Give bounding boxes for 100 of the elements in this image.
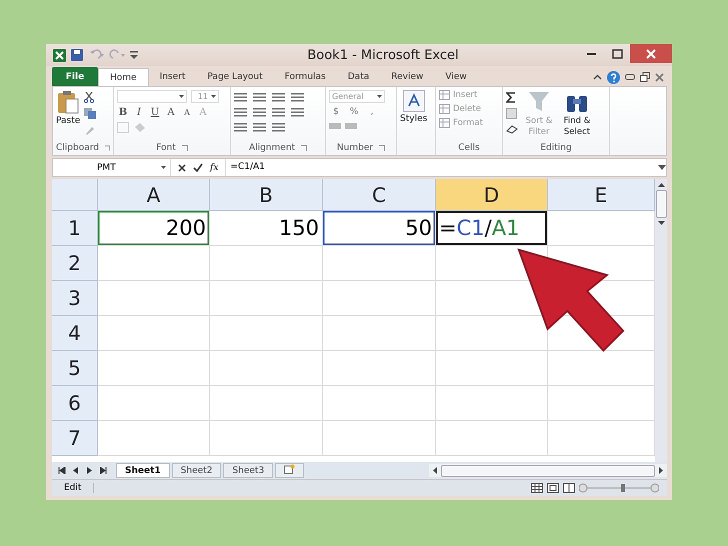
- column-header[interactable]: E: [548, 179, 655, 211]
- scroll-thumb[interactable]: [656, 190, 666, 218]
- table-cell[interactable]: 50: [323, 211, 436, 246]
- column-header[interactable]: B: [210, 179, 323, 211]
- wrap-text-icon[interactable]: [291, 92, 304, 102]
- borders-icon[interactable]: [117, 122, 129, 133]
- table-cell[interactable]: [323, 316, 436, 351]
- row-header[interactable]: 5: [52, 351, 98, 386]
- table-cell[interactable]: [436, 386, 548, 421]
- copy-icon[interactable]: [84, 108, 96, 119]
- table-cell[interactable]: [323, 351, 436, 386]
- table-cell[interactable]: [210, 421, 323, 456]
- close-button[interactable]: [630, 44, 672, 63]
- table-cell[interactable]: [210, 246, 323, 281]
- row-header[interactable]: 3: [52, 281, 98, 316]
- align-left-icon[interactable]: [234, 107, 247, 117]
- sheet-tab[interactable]: Sheet2: [172, 463, 222, 478]
- dialog-launcher-icon[interactable]: [182, 145, 188, 151]
- vertical-scrollbar[interactable]: [655, 179, 667, 462]
- paste-button[interactable]: Paste: [56, 90, 80, 126]
- top-align-icon[interactable]: [234, 92, 247, 102]
- orientation-icon[interactable]: [272, 122, 285, 132]
- ribbon-tab[interactable]: Home: [98, 68, 149, 86]
- close-icon[interactable]: [655, 72, 664, 82]
- column-header[interactable]: C: [323, 179, 436, 211]
- styles-button[interactable]: Styles: [400, 90, 428, 124]
- horizontal-scrollbar[interactable]: [429, 464, 667, 477]
- column-header[interactable]: D: [436, 179, 548, 211]
- enter-icon[interactable]: [193, 163, 203, 172]
- ribbon-tab[interactable]: Data: [336, 68, 380, 86]
- table-cell[interactable]: [98, 246, 210, 281]
- editing-cell[interactable]: =C1/A1: [436, 211, 548, 246]
- row-header[interactable]: 4: [52, 316, 98, 351]
- merge-icon[interactable]: [291, 107, 304, 117]
- align-right-icon[interactable]: [272, 107, 285, 117]
- decrease-indent-icon[interactable]: [234, 122, 247, 132]
- table-cell[interactable]: [323, 281, 436, 316]
- decrease-decimal-icon[interactable]: [345, 121, 357, 131]
- previous-sheet-icon[interactable]: [72, 467, 80, 474]
- grow-font-button[interactable]: A: [165, 107, 177, 118]
- expand-icon[interactable]: [658, 164, 666, 170]
- ribbon-tab[interactable]: Page Layout: [196, 68, 274, 86]
- customize-menu-icon[interactable]: [130, 50, 138, 60]
- bold-button[interactable]: B: [117, 107, 129, 118]
- ribbon-tab[interactable]: Formulas: [274, 68, 337, 86]
- last-sheet-icon[interactable]: [100, 467, 108, 474]
- fill-icon[interactable]: [506, 108, 517, 119]
- scroll-thumb[interactable]: [441, 464, 655, 476]
- find-select-button[interactable]: Find & Select: [560, 90, 594, 138]
- dropdown-arrow-icon[interactable]: [161, 166, 166, 169]
- row-header[interactable]: 6: [52, 386, 98, 421]
- help-icon[interactable]: [607, 70, 620, 84]
- normal-view-icon[interactable]: [531, 483, 543, 493]
- table-cell[interactable]: [210, 351, 323, 386]
- ribbon-tab[interactable]: View: [434, 68, 478, 86]
- increase-indent-icon[interactable]: [253, 122, 266, 132]
- table-cell[interactable]: [98, 281, 210, 316]
- percent-button[interactable]: %: [347, 107, 361, 117]
- table-cell[interactable]: [210, 386, 323, 421]
- undo-icon[interactable]: [88, 49, 104, 61]
- table-cell[interactable]: [436, 351, 548, 386]
- center-icon[interactable]: [253, 107, 266, 117]
- insert-sheet-button[interactable]: [275, 463, 304, 478]
- row-header[interactable]: 7: [52, 421, 98, 456]
- select-all-corner[interactable]: [52, 179, 98, 211]
- bottom-align-icon[interactable]: [272, 92, 285, 102]
- excel-logo-icon[interactable]: [53, 48, 66, 62]
- dropdown-arrow-icon[interactable]: [211, 95, 216, 98]
- minimize-icon[interactable]: [625, 74, 635, 80]
- table-cell[interactable]: [210, 281, 323, 316]
- redo-icon[interactable]: [109, 49, 125, 61]
- table-cell[interactable]: [98, 351, 210, 386]
- middle-align-icon[interactable]: [253, 92, 266, 102]
- table-cell[interactable]: [436, 421, 548, 456]
- page-break-view-icon[interactable]: [563, 483, 575, 493]
- sum-icon[interactable]: [506, 92, 516, 103]
- table-cell[interactable]: [323, 246, 436, 281]
- scissors-icon[interactable]: [84, 92, 94, 103]
- zoom-slider-drawing[interactable]: [579, 483, 659, 493]
- eraser-icon[interactable]: [506, 124, 518, 134]
- name-box[interactable]: PMT: [53, 159, 171, 176]
- table-cell[interactable]: 200: [98, 211, 210, 246]
- restore-icon[interactable]: [640, 72, 650, 82]
- formula-input[interactable]: =C1/A1: [225, 159, 651, 176]
- column-header[interactable]: A: [98, 179, 210, 211]
- dropdown-arrow-icon[interactable]: [377, 95, 382, 98]
- currency-button[interactable]: $: [329, 107, 343, 117]
- fill-color-icon[interactable]: [133, 122, 146, 133]
- ribbon-tab[interactable]: Review: [380, 68, 434, 86]
- shrink-font-button[interactable]: A: [181, 108, 193, 117]
- dialog-launcher-icon[interactable]: [301, 145, 308, 151]
- dialog-launcher-icon[interactable]: [105, 145, 110, 151]
- table-cell[interactable]: [98, 421, 210, 456]
- row-header[interactable]: 1: [52, 211, 98, 246]
- sheet-tab[interactable]: Sheet3: [223, 463, 274, 478]
- sheet-tab[interactable]: Sheet1: [116, 463, 170, 478]
- row-header[interactable]: 2: [52, 246, 98, 281]
- table-cell[interactable]: [323, 386, 436, 421]
- comma-button[interactable]: ,: [365, 107, 379, 117]
- dialog-launcher-icon[interactable]: [379, 145, 386, 151]
